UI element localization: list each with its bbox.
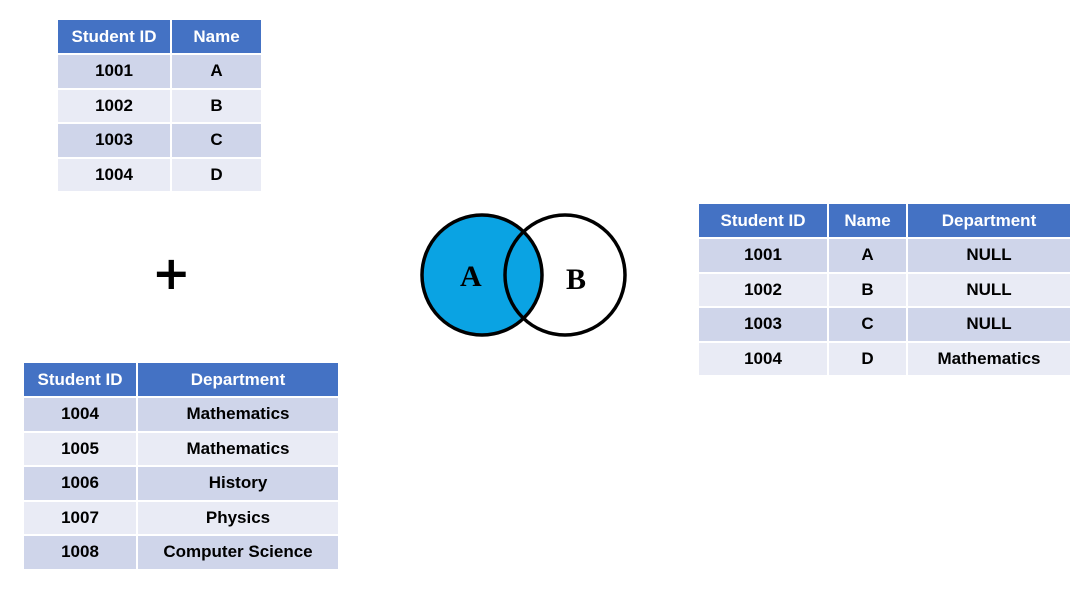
table-row: 1007 Physics	[24, 501, 338, 534]
table-cell: 1002	[58, 89, 170, 122]
table-cell: NULL	[908, 239, 1070, 272]
table-row: 1008 Computer Science	[24, 536, 338, 569]
table-cell: 1001	[58, 55, 170, 88]
table-row: 1001 A NULL	[699, 239, 1070, 272]
table-cell: 1003	[58, 124, 170, 157]
plus-operator: +	[152, 246, 191, 300]
table-cell: Mathematics	[908, 342, 1070, 375]
column-header: Student ID	[699, 204, 827, 237]
table-cell: 1008	[24, 536, 136, 569]
column-header: Student ID	[24, 363, 136, 396]
table-cell: 1004	[699, 342, 827, 375]
table-cell: Mathematics	[138, 432, 338, 465]
result-table: Student ID Name Department 1001 A NULL 1…	[697, 202, 1072, 377]
table-cell: C	[172, 124, 261, 157]
table-header-row: Student ID Department	[24, 363, 338, 396]
table-cell: C	[829, 308, 906, 341]
table-cell: History	[138, 467, 338, 500]
table-cell: Mathematics	[138, 398, 338, 431]
table-cell: 1007	[24, 501, 136, 534]
table-row: 1003 C NULL	[699, 308, 1070, 341]
table-row: 1003 C	[58, 124, 261, 157]
table-row: 1004 D	[58, 158, 261, 191]
table-row: 1006 History	[24, 467, 338, 500]
table-cell: D	[829, 342, 906, 375]
table-row: 1004 D Mathematics	[699, 342, 1070, 375]
table-row: 1004 Mathematics	[24, 398, 338, 431]
table-cell: B	[829, 273, 906, 306]
table-row: 1002 B NULL	[699, 273, 1070, 306]
table-cell: 1004	[58, 158, 170, 191]
table-cell: NULL	[908, 308, 1070, 341]
table-cell: D	[172, 158, 261, 191]
table-cell: 1006	[24, 467, 136, 500]
column-header: Department	[138, 363, 338, 396]
set-a-label: A	[460, 260, 482, 293]
table-header-row: Student ID Name	[58, 20, 261, 53]
table-cell: 1004	[24, 398, 136, 431]
table-cell: A	[172, 55, 261, 88]
table-cell: 1005	[24, 432, 136, 465]
table-cell: Computer Science	[138, 536, 338, 569]
departments-table: Student ID Department 1004 Mathematics 1…	[22, 361, 340, 571]
table-cell: NULL	[908, 273, 1070, 306]
column-header: Student ID	[58, 20, 170, 53]
table-cell: Physics	[138, 501, 338, 534]
table-cell: B	[172, 89, 261, 122]
table-row: 1001 A	[58, 55, 261, 88]
table-header-row: Student ID Name Department	[699, 204, 1070, 237]
column-header: Department	[908, 204, 1070, 237]
table-cell: 1003	[699, 308, 827, 341]
set-b-label: B	[566, 263, 586, 296]
students-table: Student ID Name 1001 A 1002 B 1003 C 100…	[56, 18, 263, 193]
table-cell: A	[829, 239, 906, 272]
table-row: 1002 B	[58, 89, 261, 122]
venn-diagram: A B	[420, 213, 627, 337]
column-header: Name	[829, 204, 906, 237]
column-header: Name	[172, 20, 261, 53]
table-cell: 1001	[699, 239, 827, 272]
table-row: 1005 Mathematics	[24, 432, 338, 465]
table-cell: 1002	[699, 273, 827, 306]
